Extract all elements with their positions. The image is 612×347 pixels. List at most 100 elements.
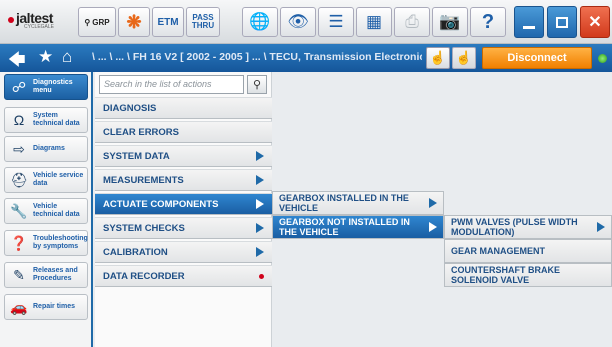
submenu-item[interactable]: GEARBOX INSTALLED IN THE VEHICLE bbox=[272, 191, 444, 215]
actions-panel: Search in the list of actions ⚲ DIAGNOSI… bbox=[95, 72, 272, 347]
etm-button[interactable]: ETM bbox=[152, 7, 184, 37]
action-item[interactable]: SYSTEM CHECKS bbox=[95, 217, 272, 239]
sidebar-item-repair-times[interactable]: 🚗 Repair times bbox=[4, 294, 88, 320]
action-label: CLEAR ERRORS bbox=[103, 126, 180, 138]
sidebar-item-label: Troubleshooting by symptoms bbox=[33, 235, 88, 250]
navigation-bar: 🡄 ★ ⌂ \ ... \ ... \ FH 16 V2 [ 2002 - 20… bbox=[0, 44, 612, 72]
submenu-label: COUNTERSHAFT BRAKE SOLENOID VALVE bbox=[451, 265, 560, 285]
close-icon: ✕ bbox=[588, 14, 602, 31]
sidebar: ☍ Diagnostics menu Ω System technical data ⇨… bbox=[0, 72, 93, 347]
globe-button[interactable]: 🌐 bbox=[242, 7, 278, 37]
window-controls: ✕ bbox=[540, 6, 612, 38]
chevron-right-icon bbox=[597, 222, 605, 232]
chevron-right-icon bbox=[429, 222, 437, 232]
jaltest-logo: jaltest CYCLEGALE bbox=[8, 10, 70, 36]
action-label: SYSTEM CHECKS bbox=[103, 222, 185, 234]
submenu-label: PWM VALVES (PULSE WIDTH MODULATION) bbox=[451, 217, 578, 237]
minimize-icon bbox=[523, 25, 535, 29]
breadcrumb: \ ... \ ... \ FH 16 V2 [ 2002 - 2005 ] .… bbox=[92, 51, 422, 63]
sidebar-item-label: Vehicle service data bbox=[33, 172, 84, 187]
action-label: ACTUATE COMPONENTS bbox=[103, 198, 219, 210]
diagnostics-icon: ☍ bbox=[11, 78, 27, 95]
grp-button[interactable]: ⚲ GRP bbox=[78, 7, 116, 37]
oil-can-icon: ⛑ bbox=[10, 171, 28, 188]
sidebar-item-vehicle-technical-data[interactable]: 🔧 Vehicle technical data bbox=[4, 198, 88, 224]
procedures-icon: ✎ bbox=[13, 266, 25, 283]
chevron-right-icon bbox=[256, 223, 264, 233]
submenu-item[interactable]: GEAR MANAGEMENT bbox=[444, 239, 612, 263]
chevron-right-icon bbox=[256, 199, 264, 209]
touch-button[interactable]: ☝ bbox=[426, 47, 450, 69]
calculator-icon: ▦ bbox=[365, 12, 383, 31]
action-label: DIAGNOSIS bbox=[103, 102, 157, 114]
sidebar-item-label: Diagnostics menu bbox=[33, 79, 73, 94]
action-item[interactable]: CLEAR ERRORS bbox=[95, 121, 272, 143]
submenu-item[interactable]: PWM VALVES (PULSE WIDTH MODULATION) bbox=[444, 215, 612, 239]
disconnect-button[interactable]: Disconnect bbox=[482, 47, 592, 69]
document-button[interactable]: 👁 bbox=[280, 7, 316, 37]
submenu-item[interactable]: COUNTERSHAFT BRAKE SOLENOID VALVE bbox=[444, 263, 612, 287]
action-label: DATA RECORDER bbox=[103, 270, 185, 282]
submenu-label: GEARBOX INSTALLED IN THE VEHICLE bbox=[279, 193, 409, 213]
search-button[interactable]: ⚲ bbox=[247, 75, 267, 94]
document-eye-icon: 👁 bbox=[287, 12, 309, 31]
maximize-icon bbox=[556, 16, 568, 28]
wrench-icon: 🔧 bbox=[10, 202, 28, 219]
action-item[interactable]: DIAGNOSIS bbox=[95, 97, 272, 119]
touch-disabled-button[interactable]: ☝ bbox=[452, 47, 476, 69]
action-item[interactable]: ACTUATE COMPONENTS bbox=[95, 193, 272, 215]
repair-times-icon: 🚗 bbox=[10, 298, 28, 315]
calculator-button[interactable]: ▦ bbox=[356, 7, 392, 37]
list-icon: ☰ bbox=[328, 12, 344, 31]
sidebar-item-system-technical-data[interactable]: Ω System technical data bbox=[4, 107, 88, 133]
submenu-label: GEARBOX NOT INSTALLED IN THE VEHICLE bbox=[279, 217, 410, 237]
sidebar-item-label: Vehicle technical data bbox=[33, 203, 80, 218]
ohm-icon: Ω bbox=[13, 112, 25, 128]
maximize-button[interactable] bbox=[547, 6, 577, 38]
minimize-button[interactable] bbox=[514, 6, 544, 38]
chevron-right-icon bbox=[256, 247, 264, 257]
connection-status-led bbox=[598, 54, 607, 63]
sidebar-item-vehicle-service-data[interactable]: ⛑ Vehicle service data bbox=[4, 167, 88, 193]
action-label: CALIBRATION bbox=[103, 246, 168, 258]
diagram-icon: ⇨ bbox=[13, 140, 25, 157]
chevron-right-icon bbox=[429, 198, 437, 208]
action-item[interactable]: MEASUREMENTS bbox=[95, 169, 272, 191]
action-item[interactable]: DATA RECORDER bbox=[95, 265, 272, 287]
chevron-right-icon bbox=[256, 175, 264, 185]
pass-thru-button[interactable]: PASS THRU bbox=[186, 7, 220, 37]
help-button[interactable]: ? bbox=[470, 7, 506, 37]
sidebar-item-releases-and-procedures[interactable]: ✎ Releases and Procedures bbox=[4, 262, 88, 288]
submenu-item[interactable]: GEARBOX NOT INSTALLED IN THE VEHICLE bbox=[272, 215, 444, 239]
action-item[interactable]: SYSTEM DATA bbox=[95, 145, 272, 167]
record-dot-icon bbox=[259, 273, 264, 279]
search-icon: ⚲ bbox=[252, 79, 262, 91]
chevron-right-icon bbox=[256, 151, 264, 161]
submenu-label: GEAR MANAGEMENT bbox=[451, 246, 545, 256]
camera-button[interactable]: 📷 bbox=[432, 7, 468, 37]
sidebar-item-label: Repair times bbox=[33, 303, 76, 310]
sidebar-item-label: System technical data bbox=[33, 112, 80, 127]
sidebar-item-troubleshooting-by-symptoms[interactable]: ❓ Troubleshooting by symptoms bbox=[4, 230, 88, 256]
home-icon[interactable]: ⌂ bbox=[62, 47, 72, 67]
troubleshooting-icon: ❓ bbox=[10, 234, 28, 251]
close-button[interactable]: ✕ bbox=[580, 6, 610, 38]
star-icon[interactable]: ★ bbox=[38, 47, 53, 67]
action-item[interactable]: CALIBRATION bbox=[95, 241, 272, 263]
sidebar-item-label: Releases and Procedures bbox=[33, 267, 78, 282]
globe-icon: 🌐 bbox=[249, 12, 271, 31]
help-icon: ? bbox=[481, 10, 495, 33]
camera-icon: 📷 bbox=[439, 12, 461, 31]
list-button[interactable]: ☰ bbox=[318, 7, 354, 37]
sidebar-item-diagrams[interactable]: ⇨ Diagrams bbox=[4, 136, 88, 162]
sidebar-item-label: Diagrams bbox=[33, 145, 65, 152]
print-button[interactable]: ⎙ bbox=[394, 7, 430, 37]
action-label: SYSTEM DATA bbox=[103, 150, 170, 162]
printer-icon: ⎙ bbox=[405, 12, 419, 31]
hand-pointer-disabled-icon: ☝ bbox=[455, 50, 473, 65]
hand-pointer-icon: ☝ bbox=[429, 50, 447, 65]
sidebar-item-diagnostics-menu[interactable]: ☍ Diagnostics menu bbox=[4, 74, 88, 100]
search-input[interactable]: Search in the list of actions bbox=[99, 75, 244, 94]
puzzle-icon: ❋ bbox=[126, 11, 142, 32]
puzzle-button[interactable]: ❋ bbox=[118, 7, 150, 37]
